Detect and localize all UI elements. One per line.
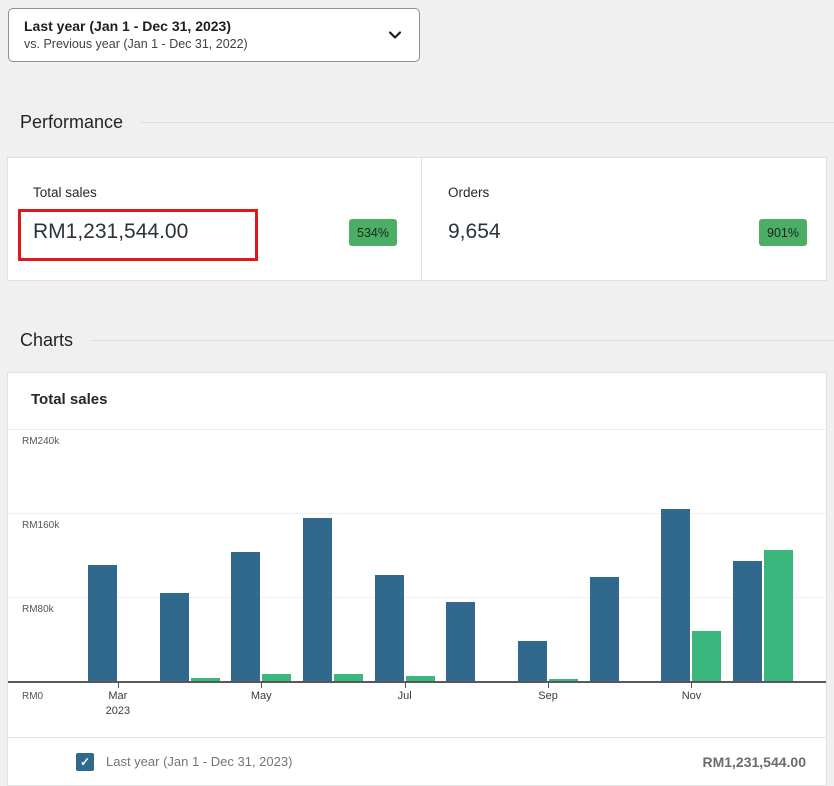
orders-value: 9,654	[448, 220, 501, 244]
heading-divider	[141, 122, 834, 123]
bar-group-sep[interactable]	[512, 430, 584, 681]
chart-title: Total sales	[31, 391, 107, 408]
heading-divider	[91, 340, 834, 341]
bar	[160, 593, 189, 681]
bar	[733, 561, 762, 681]
orders-label: Orders	[448, 185, 489, 200]
bar	[446, 602, 475, 681]
x-axis-cell: Sep	[512, 683, 584, 737]
bar	[661, 509, 690, 681]
bar	[303, 518, 332, 681]
x-axis-tick-labels: Mar2023 May Jul Sep Nov	[82, 683, 799, 737]
bar	[518, 641, 547, 681]
bar-group-mar[interactable]	[82, 430, 154, 681]
x-axis-cell: May	[225, 683, 297, 737]
date-range-dropdown[interactable]: Last year (Jan 1 - Dec 31, 2023) vs. Pre…	[8, 8, 420, 62]
bar-group-jul[interactable]	[369, 430, 441, 681]
date-range-comparison: vs. Previous year (Jan 1 - Dec 31, 2022)	[24, 36, 379, 53]
bar	[231, 552, 260, 681]
x-axis-tick-label: Jul	[369, 689, 441, 704]
y-axis-tick-label: RM240k	[22, 436, 59, 447]
x-axis-tick-label: Sep	[512, 689, 584, 704]
x-axis-cell	[727, 683, 799, 737]
x-axis-cell	[297, 683, 369, 737]
bar-group-nov[interactable]	[656, 430, 728, 681]
chart-plot-area: RM240k RM160k RM80k	[8, 430, 826, 681]
x-axis-cell: Nov	[656, 683, 728, 737]
chevron-down-icon	[385, 25, 405, 45]
bar	[375, 575, 404, 681]
x-axis-cell	[441, 683, 513, 737]
bar	[406, 676, 435, 681]
bar	[692, 631, 721, 681]
bar	[191, 678, 220, 681]
y-axis-tick-label: RM80k	[22, 604, 54, 615]
x-axis-tick-label: Nov	[656, 689, 728, 704]
y-zero-label: RM0	[22, 691, 43, 702]
charts-heading: Charts	[20, 326, 834, 354]
orders-card[interactable]: Orders 9,654 901%	[422, 158, 826, 280]
bar-group-jun[interactable]	[297, 430, 369, 681]
x-axis-tick-mark	[691, 683, 692, 688]
total-sales-delta-badge: 534%	[349, 219, 397, 246]
bar-group-aug[interactable]	[441, 430, 513, 681]
bar	[764, 550, 793, 681]
x-axis-tick-mark	[405, 683, 406, 688]
y-axis-tick-label: RM160k	[22, 520, 59, 531]
bar	[88, 565, 117, 681]
analytics-page: Last year (Jan 1 - Dec 31, 2023) vs. Pre…	[0, 0, 834, 786]
x-axis-cell: Jul	[369, 683, 441, 737]
bar	[262, 674, 291, 681]
x-axis-cell	[584, 683, 656, 737]
total-sales-label: Total sales	[33, 185, 97, 200]
performance-heading-text: Performance	[20, 112, 123, 133]
x-axis-tick-label: Mar2023	[82, 689, 154, 719]
bar-series	[82, 430, 799, 681]
bar	[590, 577, 619, 681]
bar-group-apr[interactable]	[154, 430, 226, 681]
bar	[549, 679, 578, 681]
date-range-primary: Last year (Jan 1 - Dec 31, 2023)	[24, 17, 379, 36]
legend-label: Last year (Jan 1 - Dec 31, 2023)	[106, 754, 292, 769]
legend-row-last-year[interactable]: ✓ Last year (Jan 1 - Dec 31, 2023) RM1,2…	[8, 737, 826, 785]
bar-group-oct[interactable]	[584, 430, 656, 681]
x-axis: RM0 Mar2023 May Jul Sep Nov	[8, 683, 826, 737]
total-sales-card[interactable]: Total sales RM1,231,544.00 534%	[8, 158, 422, 280]
performance-heading: Performance	[20, 108, 834, 136]
x-axis-tick-label: May	[225, 689, 297, 704]
summary-cards: Total sales RM1,231,544.00 534% Orders 9…	[7, 157, 827, 281]
total-sales-chart-panel: Total sales RM240k RM160k RM80k RM0 Mar202…	[7, 372, 827, 786]
x-axis-tick-mark	[261, 683, 262, 688]
charts-heading-text: Charts	[20, 330, 73, 351]
x-axis-cell: Mar2023	[82, 683, 154, 737]
x-axis-tick-mark	[548, 683, 549, 688]
bar-group-may[interactable]	[225, 430, 297, 681]
orders-delta-badge: 901%	[759, 219, 807, 246]
total-sales-value: RM1,231,544.00	[33, 220, 188, 244]
legend-checkbox[interactable]: ✓	[76, 753, 94, 771]
bar-group-dec[interactable]	[727, 430, 799, 681]
bar	[334, 674, 363, 681]
x-axis-cell	[154, 683, 226, 737]
legend-total-value: RM1,231,544.00	[702, 754, 806, 770]
x-axis-tick-mark	[118, 683, 119, 688]
chart-header: Total sales	[8, 373, 826, 430]
